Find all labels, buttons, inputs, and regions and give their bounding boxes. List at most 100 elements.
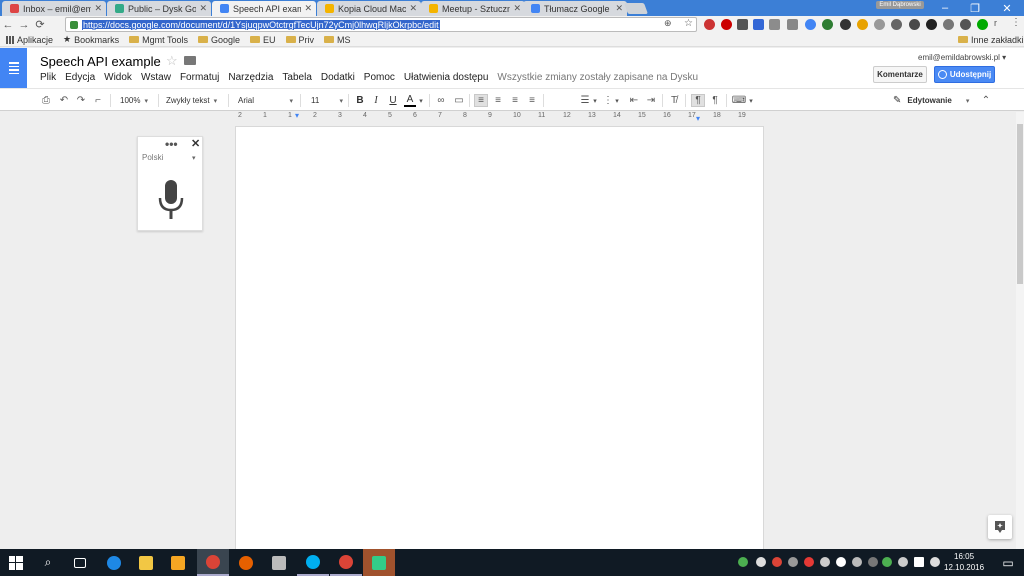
tab-0[interactable]: Inbox – emil@emild✕ (2, 1, 106, 16)
bookmark-item[interactable]: Mgmt Tools (129, 35, 188, 45)
extension-icon[interactable] (805, 19, 816, 30)
editing-mode-dropdown[interactable]: ✎ Edytowanie ▾ (893, 94, 969, 107)
account-email[interactable]: emil@emildabrowski.pl ▾ (918, 53, 1006, 62)
microphone-icon[interactable] (156, 180, 186, 222)
ltr-direction-icon[interactable]: ¶ (691, 94, 705, 107)
other-bookmarks[interactable]: Inne zakładki (958, 35, 1024, 45)
tab-close-icon[interactable]: ✕ (94, 3, 102, 14)
font-size-dropdown[interactable]: 11 ▾ (311, 94, 343, 107)
zoom-dropdown[interactable]: 100% ▾ (120, 94, 148, 107)
extension-icon[interactable] (769, 19, 780, 30)
redo-icon[interactable]: ↷ (75, 94, 87, 107)
extension-icon[interactable] (857, 19, 868, 30)
clear-formatting-icon[interactable]: T̸ (668, 94, 680, 107)
bookmark-item[interactable]: Priv (285, 35, 314, 45)
app-icon[interactable] (363, 549, 395, 576)
bookmark-item[interactable]: Google (197, 35, 240, 45)
document-page[interactable] (235, 126, 764, 556)
reload-icon[interactable]: ⟳ (32, 18, 48, 31)
folder-icon[interactable] (184, 56, 196, 65)
task-view-icon[interactable] (64, 549, 96, 576)
ruler[interactable]: 2 1 1 2 3 4 5 6 7 8 9 10 11 12 13 14 15 16 17 18 19 ▾ ▾ (235, 111, 765, 123)
file-explorer-icon[interactable] (130, 549, 162, 576)
bold-button[interactable]: B (355, 94, 365, 107)
collapse-menu-icon[interactable]: ⌃ (980, 94, 992, 107)
star-icon[interactable]: ☆ (166, 53, 178, 69)
forward-icon[interactable]: → (16, 19, 32, 31)
minimize-icon[interactable]: – (930, 0, 960, 16)
tray-icon[interactable] (738, 557, 748, 567)
tab-close-icon[interactable]: ✕ (409, 3, 417, 14)
tray-icon[interactable] (804, 557, 814, 567)
explore-button[interactable] (988, 515, 1012, 539)
input-tools-icon[interactable]: ⌨ (732, 94, 746, 107)
app-icon[interactable] (263, 549, 295, 576)
back-icon[interactable]: ← (0, 19, 16, 31)
extension-icon[interactable] (977, 19, 988, 30)
tab-3[interactable]: Kopia Cloud Machi ✕ (317, 1, 421, 16)
menu-item[interactable]: Tabela (282, 72, 311, 83)
extension-icon[interactable] (960, 19, 971, 30)
tray-icon[interactable] (788, 557, 798, 567)
tab-close-icon[interactable]: ✕ (513, 3, 521, 14)
tray-icon[interactable] (868, 557, 878, 567)
undo-icon[interactable]: ↶ (58, 94, 70, 107)
menu-item[interactable]: Edycja (65, 72, 95, 83)
numbered-list-icon[interactable]: ⋮ (602, 94, 614, 107)
extension-icon[interactable] (926, 19, 937, 30)
align-left-icon[interactable]: ≡ (474, 94, 488, 107)
skype-icon[interactable] (297, 549, 329, 576)
decrease-indent-icon[interactable]: ⇤ (628, 94, 640, 107)
extension-icon[interactable] (704, 19, 715, 30)
font-dropdown[interactable]: Arial ▾ (238, 94, 293, 107)
menu-item[interactable]: Ułatwienia dostępu (404, 72, 489, 83)
menu-item[interactable]: Narzędzia (228, 72, 273, 83)
docs-home-icon[interactable] (0, 48, 27, 88)
tray-icon[interactable] (756, 557, 766, 567)
menu-item[interactable]: Pomoc (364, 72, 395, 83)
tray-icon[interactable] (772, 557, 782, 567)
search-icon[interactable]: ⌕ (32, 549, 64, 576)
tray-icon[interactable] (882, 557, 892, 567)
extension-icon[interactable] (822, 19, 833, 30)
voice-close-icon[interactable]: ✕ (191, 137, 200, 150)
tab-close-icon[interactable]: ✕ (615, 3, 623, 14)
bookmark-star-icon[interactable]: ☆ (684, 18, 693, 29)
bookmark-item[interactable]: EU (250, 35, 276, 45)
tab-1[interactable]: Public – Dysk Google✕ (107, 1, 211, 16)
line-spacing-caret-icon[interactable]: ▾ (592, 94, 598, 107)
input-tools-caret-icon[interactable]: ▾ (748, 94, 754, 107)
menu-item[interactable]: Plik (40, 72, 56, 83)
extension-icon[interactable] (753, 19, 764, 30)
comments-button[interactable]: Komentarze (873, 66, 927, 83)
increase-indent-icon[interactable]: ⇥ (645, 94, 657, 107)
underline-button[interactable]: U (388, 94, 398, 107)
tab-2[interactable]: Speech API example✕ (212, 1, 316, 16)
tray-icon[interactable] (852, 557, 862, 567)
close-window-icon[interactable]: ✕ (992, 0, 1022, 16)
align-center-icon[interactable]: ≡ (492, 94, 504, 107)
new-tab-button[interactable] (623, 3, 649, 14)
system-clock[interactable]: 16:05 12.10.2016 (944, 551, 984, 573)
chrome-taskbar-icon[interactable] (330, 549, 362, 576)
start-icon[interactable] (0, 549, 32, 576)
extension-icon[interactable] (891, 19, 902, 30)
bookmark-item[interactable]: Aplikacje (6, 35, 53, 45)
print-icon[interactable]: ⎙ (40, 94, 52, 107)
menu-item[interactable]: Formatuj (180, 72, 219, 83)
extension-icon[interactable]: r (994, 18, 997, 28)
text-color-button[interactable]: A (404, 94, 416, 107)
chrome-taskbar-icon[interactable] (197, 549, 229, 576)
tray-icon[interactable] (820, 557, 830, 567)
notifications-icon[interactable]: ▭ (992, 549, 1024, 576)
menu-item[interactable]: Wstaw (141, 72, 171, 83)
right-indent-marker[interactable]: ▾ (696, 114, 700, 123)
tab-close-icon[interactable]: ✕ (199, 3, 207, 14)
extension-icon[interactable] (737, 19, 748, 30)
extension-icon[interactable] (909, 19, 920, 30)
menu-item[interactable]: Dodatki (321, 72, 355, 83)
extension-icon[interactable] (874, 19, 885, 30)
style-dropdown[interactable]: Zwykły tekst ▾ (166, 94, 217, 107)
profile-badge[interactable]: Emil Dąbrowski (876, 1, 924, 9)
numbered-list-caret-icon[interactable]: ▾ (614, 94, 620, 107)
